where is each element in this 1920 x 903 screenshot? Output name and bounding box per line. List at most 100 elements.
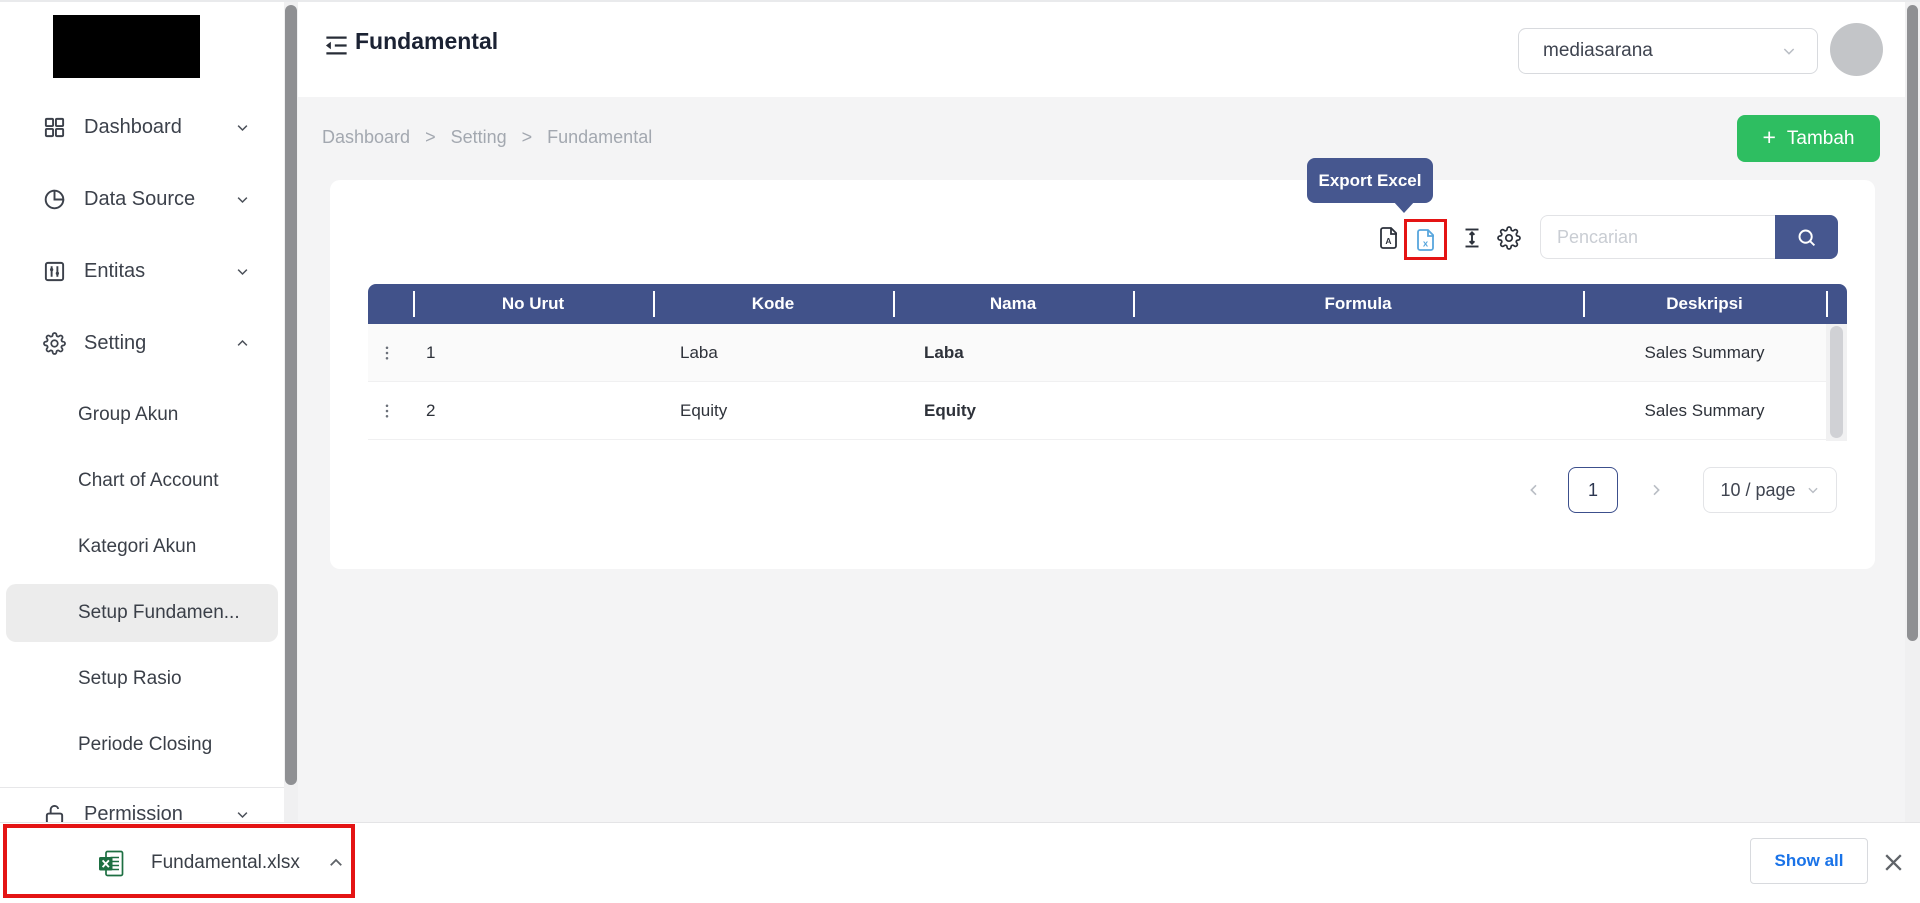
cell-kode: Laba <box>653 324 893 381</box>
breadcrumb-setting[interactable]: Setting <box>451 127 507 148</box>
next-page-button[interactable] <box>1645 467 1667 513</box>
sidebar-item-label: Data Source <box>84 188 217 211</box>
tooltip-arrow <box>1393 201 1415 213</box>
chevron-up-icon <box>327 854 345 872</box>
sidebar-item-permission[interactable]: Permission <box>0 788 284 822</box>
export-excel-highlight-box: x <box>1404 219 1447 260</box>
sidebar-subitem-kategori-akun[interactable]: Kategori Akun <box>0 514 284 580</box>
settings-icon[interactable] <box>1497 226 1521 250</box>
sidebar-subitem-group-akun[interactable]: Group Akun <box>0 382 284 448</box>
download-item[interactable]: Fundamental.xlsx <box>98 823 345 903</box>
data-table: No Urut Kode Nama Formula Deskripsi 1 La… <box>368 284 1847 440</box>
menu-fold-icon[interactable] <box>323 32 350 59</box>
sidebar-subitem-setup-rasio[interactable]: Setup Rasio <box>0 646 284 712</box>
table-row: 2 Equity Equity Sales Summary <box>368 382 1847 440</box>
pie-chart-icon <box>43 188 66 211</box>
chevron-up-icon <box>235 336 250 351</box>
prev-page-button[interactable] <box>1523 467 1545 513</box>
subitem-label: Group Akun <box>78 404 178 426</box>
sidebar-item-label: Setting <box>84 332 217 355</box>
window-top-edge <box>0 0 1920 2</box>
page-size-value: 10 / page <box>1720 480 1795 501</box>
subitem-label: Periode Closing <box>78 734 212 756</box>
cell-formula <box>1133 382 1583 439</box>
sidebar-item-label: Dashboard <box>84 116 217 139</box>
header-scroll-gutter <box>1826 284 1847 324</box>
add-button-label: Tambah <box>1787 128 1855 150</box>
subitem-label: Kategori Akun <box>78 536 196 558</box>
sidebar-item-data-source[interactable]: Data Source <box>0 163 284 235</box>
cell-deskripsi: Sales Summary <box>1583 324 1826 381</box>
main-header: Fundamental mediasarana <box>298 2 1905 97</box>
row-actions-kebab-icon[interactable] <box>378 400 396 422</box>
show-all-button[interactable]: Show all <box>1750 838 1868 884</box>
subitem-label: Chart of Account <box>78 470 218 492</box>
close-icon[interactable] <box>1881 850 1906 875</box>
sidebar-item-dashboard[interactable]: Dashboard <box>0 91 284 163</box>
export-excel-icon[interactable]: x <box>1414 228 1438 252</box>
search-input[interactable] <box>1540 215 1775 259</box>
breadcrumb: Dashboard > Setting > Fundamental <box>322 127 652 148</box>
table-row: 1 Laba Laba Sales Summary <box>368 324 1847 382</box>
breadcrumb-separator: > <box>425 127 436 148</box>
sidebar-subitem-chart-of-account[interactable]: Chart of Account <box>0 448 284 514</box>
content-area: Dashboard > Setting > Fundamental + Tamb… <box>298 97 1905 822</box>
search-button[interactable] <box>1775 215 1838 259</box>
header-actions-column <box>368 284 413 324</box>
cell-deskripsi: Sales Summary <box>1583 382 1826 439</box>
chevron-down-icon <box>235 120 250 135</box>
cell-no-urut: 2 <box>413 382 653 439</box>
sidebar-subitem-periode-closing[interactable]: Periode Closing <box>0 712 284 778</box>
table-scrollbar-thumb[interactable] <box>1830 326 1843 438</box>
gear-icon <box>43 332 66 355</box>
sidebar-item-entitas[interactable]: Entitas <box>0 235 284 307</box>
page-size-select[interactable]: 10 / page <box>1703 467 1837 513</box>
sidebar-nav: Dashboard Data Source Entitas Setting <box>0 91 284 379</box>
sidebar-item-label: Permission <box>84 803 217 823</box>
svg-text:x: x <box>1422 238 1428 249</box>
chevron-down-icon <box>235 264 250 279</box>
sliders-icon <box>43 260 66 283</box>
download-bar: Fundamental.xlsx Show all <box>0 822 1920 903</box>
table-card: A x No Urut Kode Nama Formula <box>330 180 1875 569</box>
lock-icon <box>43 803 66 823</box>
plus-icon: + <box>1762 126 1775 149</box>
cell-nama: Equity <box>893 382 1133 439</box>
setting-submenu: Group Akun Chart of Account Kategori Aku… <box>0 382 284 778</box>
row-actions-kebab-icon[interactable] <box>378 342 396 364</box>
sidebar-item-label: Entitas <box>84 260 217 283</box>
sidebar-subitem-setup-fundamental[interactable]: Setup Fundamen... <box>6 584 278 642</box>
company-select[interactable]: mediasarana <box>1518 28 1818 74</box>
search-box <box>1540 215 1838 259</box>
export-excel-tooltip: Export Excel <box>1307 158 1433 203</box>
row-height-icon[interactable] <box>1460 226 1484 250</box>
add-button[interactable]: + Tambah <box>1737 115 1880 162</box>
page-scrollbar[interactable] <box>1905 2 1920 822</box>
breadcrumb-dashboard[interactable]: Dashboard <box>322 127 410 148</box>
page-title: Fundamental <box>355 28 498 55</box>
chevron-down-icon <box>235 807 250 822</box>
company-select-value: mediasarana <box>1543 40 1653 62</box>
cell-nama: Laba <box>893 324 1133 381</box>
breadcrumb-fundamental[interactable]: Fundamental <box>547 127 652 148</box>
excel-file-icon <box>98 850 124 877</box>
header-no-urut: No Urut <box>413 284 653 324</box>
app-logo <box>53 15 200 78</box>
header-deskripsi: Deskripsi <box>1583 284 1826 324</box>
sidebar-item-setting[interactable]: Setting <box>0 307 284 379</box>
dashboard-grid-icon <box>43 116 66 139</box>
table-header-row: No Urut Kode Nama Formula Deskripsi <box>368 284 1847 324</box>
subitem-label: Setup Rasio <box>78 668 182 690</box>
export-pdf-icon[interactable]: A <box>1377 226 1401 250</box>
subitem-label: Setup Fundamen... <box>78 602 240 624</box>
sidebar-scrollbar[interactable] <box>284 2 298 822</box>
breadcrumb-separator: > <box>522 127 533 148</box>
table-scrollbar[interactable] <box>1826 324 1847 441</box>
page-scrollbar-thumb[interactable] <box>1907 5 1918 641</box>
header-formula: Formula <box>1133 284 1583 324</box>
avatar[interactable] <box>1830 23 1883 76</box>
chevron-down-icon <box>235 192 250 207</box>
sidebar-scrollbar-thumb[interactable] <box>285 5 297 785</box>
current-page-button[interactable]: 1 <box>1568 467 1618 513</box>
chevron-down-icon <box>1781 43 1797 59</box>
